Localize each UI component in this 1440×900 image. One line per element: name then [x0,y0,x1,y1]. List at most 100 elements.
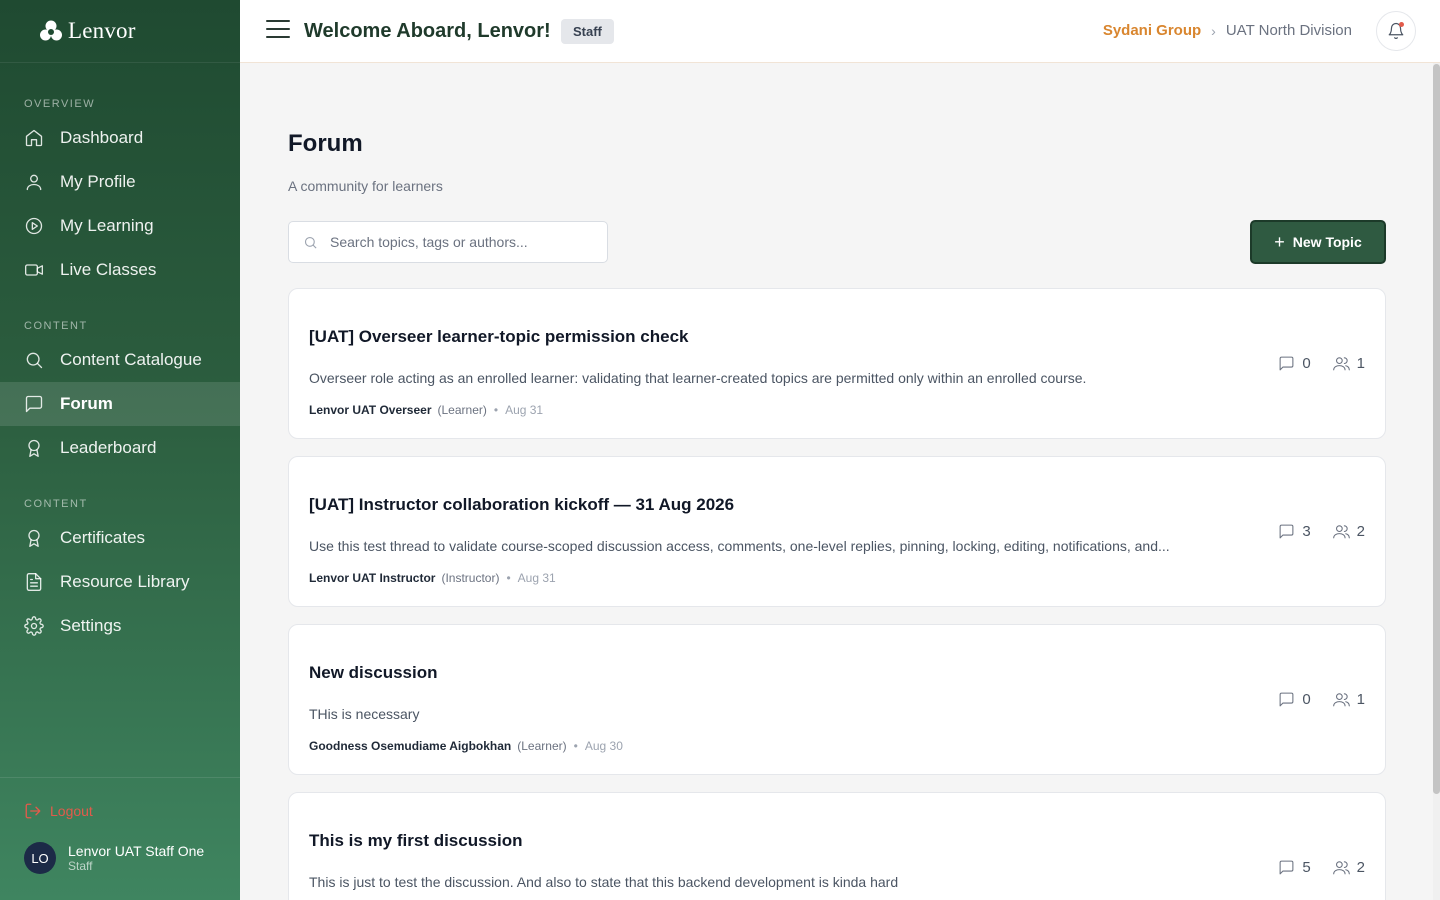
sidebar-item-label: My Profile [60,172,136,191]
sidebar-item-label: Settings [60,616,122,635]
home-icon [25,129,43,147]
breadcrumb: Sydani Group › UAT North Division [1103,22,1352,39]
section-label-content-2: CONTENT [24,498,88,510]
comment-count: 5 [1278,859,1311,876]
user-icon [26,174,42,191]
sidebar-item-label: My Learning [60,216,154,235]
page-title: Forum [288,130,363,157]
sidebar-item-label: Resource Library [60,572,190,591]
topic-meta: Goodness Osemudiame Aigbokhan (Learner) … [309,739,623,753]
sidebar-item-label: Live Classes [60,260,157,279]
users-icon [1332,861,1350,875]
logo-icon [40,20,62,41]
welcome-title: Welcome Aboard, Lenvor! [304,20,551,42]
new-topic-button[interactable]: + New Topic [1250,220,1386,264]
scrollbar-thumb[interactable] [1433,64,1440,794]
section-label-content: CONTENT [24,320,88,332]
award-icon [28,529,40,547]
topic-author-role: (Learner) [437,403,487,417]
sidebar: Lenvor OVERVIEW Dashboard My Profile My … [0,0,240,900]
topic-date: Aug 30 [584,739,623,753]
sidebar-item-my-profile[interactable]: My Profile [0,160,240,204]
user-role: Staff [68,859,93,873]
topic-stats: 3 2 [1278,523,1365,540]
topic-excerpt: This is just to test the discussion. And… [309,874,899,890]
topic-title[interactable]: [UAT] Overseer learner-topic permission … [309,327,689,347]
topic-stats: 0 1 [1278,691,1365,708]
topic-author: Lenvor UAT Overseer [309,403,432,417]
menu-toggle-button[interactable] [266,20,290,40]
logout-icon [25,803,41,819]
participant-count-value: 2 [1356,859,1365,876]
comment-icon [1279,356,1294,371]
topic-title[interactable]: [UAT] Instructor collaboration kickoff —… [309,495,734,515]
brand-name: Lenvor [68,18,136,43]
sidebar-item-certificates[interactable]: Certificates [0,516,240,560]
search-icon [304,236,317,249]
comment-count: 3 [1278,523,1311,540]
users-icon [1332,525,1350,539]
user-profile[interactable]: LO Lenvor UAT Staff One Staff [24,842,204,874]
topic-excerpt: Overseer role acting as an enrolled lear… [309,370,1087,386]
users-icon [1332,693,1350,707]
sidebar-item-content-catalogue[interactable]: Content Catalogue [0,338,240,382]
sidebar-item-settings[interactable]: Settings [0,604,240,648]
sidebar-item-my-learning[interactable]: My Learning [0,204,240,248]
sidebar-item-dashboard[interactable]: Dashboard [0,116,240,160]
sidebar-item-label: Leaderboard [60,438,157,457]
participant-count: 1 [1332,355,1365,372]
topic-stats: 5 2 [1278,859,1365,876]
topic-title[interactable]: New discussion [309,663,437,683]
topic-excerpt: THis is necessary [309,706,420,722]
comment-count-value: 0 [1302,691,1311,708]
topic-author-role: (Instructor) [441,571,500,585]
sidebar-item-live-classes[interactable]: Live Classes [0,248,240,292]
search-icon [26,352,43,369]
search-input[interactable] [330,234,590,250]
comment-count-value: 0 [1302,355,1311,372]
topic-author-role: (Learner) [517,739,567,753]
comment-count-value: 5 [1302,859,1311,876]
new-topic-label: New Topic [1292,234,1362,250]
participant-count-value: 1 [1356,691,1365,708]
play-circle-icon [25,217,43,235]
topic-author: Lenvor UAT Instructor [309,571,436,585]
award-icon [28,439,40,457]
topic-excerpt: Use this test thread to validate course-… [309,538,1170,554]
topic-author: Goodness Osemudiame Aigbokhan [309,739,512,753]
brand-logo[interactable]: Lenvor [0,0,240,63]
sidebar-item-resource-library[interactable]: Resource Library [0,560,240,604]
sidebar-item-forum[interactable]: Forum [0,382,240,426]
user-name: Lenvor UAT Staff One [68,843,205,859]
message-square-icon [25,395,43,413]
comment-icon [1279,524,1294,539]
breadcrumb-division: UAT North Division [1225,22,1352,39]
participant-count-value: 1 [1356,355,1365,372]
topic-card[interactable]: [UAT] Instructor collaboration kickoff —… [288,456,1386,607]
sidebar-item-leaderboard[interactable]: Leaderboard [0,426,240,470]
sidebar-footer-divider [0,777,240,778]
topic-card[interactable]: [UAT] Overseer learner-topic permission … [288,288,1386,439]
comment-count: 0 [1278,355,1311,372]
plus-icon: + [1274,231,1285,252]
notification-dot [1399,22,1404,27]
sidebar-item-label: Content Catalogue [60,350,202,369]
sidebar-item-label: Forum [60,394,113,413]
breadcrumb-org-link[interactable]: Sydani Group [1103,22,1201,39]
comment-count-value: 3 [1302,523,1311,540]
participant-count: 2 [1332,523,1365,540]
logout-button[interactable]: Logout [24,802,93,820]
page-subtitle: A community for learners [288,178,443,194]
search-box [288,221,608,263]
notifications-button[interactable] [1376,11,1416,51]
top-header: Welcome Aboard, Lenvor! Staff Sydani Gro… [240,0,1440,63]
topic-card[interactable]: This is my first discussion This is just… [288,792,1386,900]
topic-date: Aug 31 [517,571,556,585]
meta-separator: • [506,571,511,585]
participant-count-value: 2 [1356,523,1365,540]
avatar: LO [24,842,56,874]
topic-card[interactable]: New discussion THis is necessary Goodnes… [288,624,1386,775]
gear-icon [24,616,44,636]
topic-title[interactable]: This is my first discussion [309,831,523,851]
meta-separator: • [493,403,499,417]
